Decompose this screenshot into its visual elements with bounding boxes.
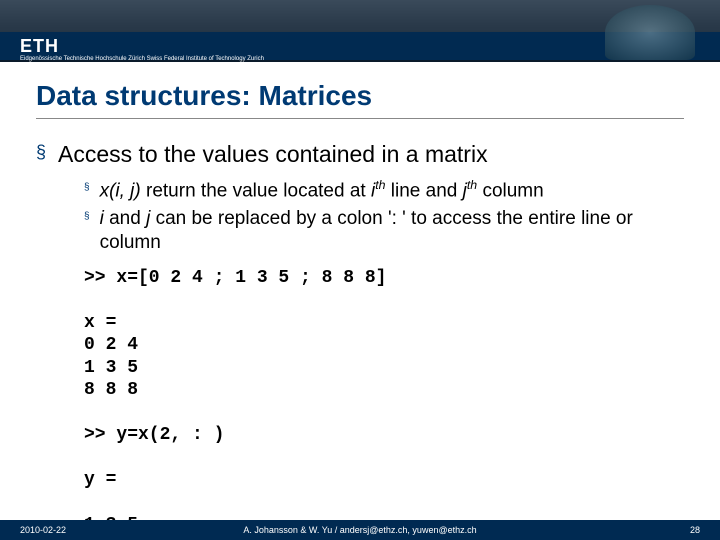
bullet-mark-icon: § [84, 178, 90, 198]
text-fragment: line and [386, 180, 463, 201]
footer-page-number: 28 [690, 525, 700, 535]
bullet-mark-icon: § [36, 141, 46, 164]
bullet-text: x(i, j) return the value located at ith … [100, 178, 544, 203]
text-fragment: return the value located at [141, 180, 371, 201]
text-fragment: can be replaced by a colon ': ' to acces… [100, 208, 633, 253]
code-fragment: x(i, j) [100, 180, 141, 201]
bullet-level2-a: § x(i, j) return the value located at it… [84, 178, 684, 203]
dome-graphic [605, 5, 695, 60]
bullet-level1: § Access to the values contained in a ma… [36, 141, 684, 168]
code-block: >> x=[0 2 4 ; 1 3 5 ; 8 8 8] x = 0 2 4 1… [84, 267, 684, 537]
eth-logo: ETH [20, 36, 59, 57]
text-fragment: and [104, 208, 146, 229]
header-band: ETH Eidgenössische Technische Hochschule… [0, 0, 720, 62]
eth-subline: Eidgenössische Technische Hochschule Zür… [20, 56, 264, 63]
bullet-text: Access to the values contained in a matr… [58, 141, 488, 168]
bullet-mark-icon: § [84, 207, 90, 227]
footer: 2010-02-22 A. Johansson & W. Yu / anders… [0, 520, 720, 540]
superscript: th [375, 178, 385, 192]
bullet-text: i and j can be replaced by a colon ': ' … [100, 207, 684, 255]
footer-authors: A. Johansson & W. Yu / andersj@ethz.ch, … [0, 525, 720, 535]
slide-content: Data structures: Matrices § Access to th… [0, 62, 720, 537]
bullet-level2-b: § i and j can be replaced by a colon ': … [84, 207, 684, 255]
footer-date: 2010-02-22 [20, 525, 66, 535]
title-rule [36, 118, 684, 119]
superscript: th [467, 178, 477, 192]
text-fragment: column [477, 180, 544, 201]
slide-title: Data structures: Matrices [36, 80, 684, 112]
